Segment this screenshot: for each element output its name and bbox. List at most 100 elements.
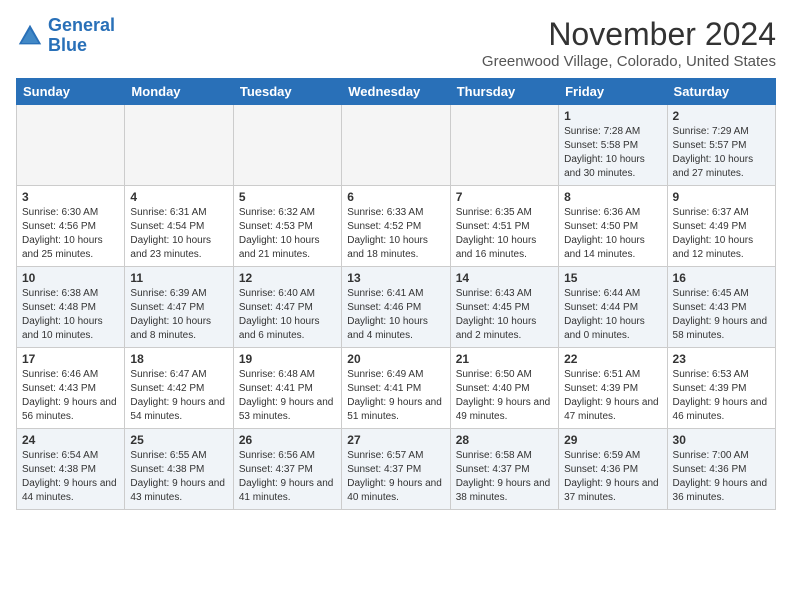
day-info: Sunrise: 6:39 AMSunset: 4:47 PMDaylight:… [130, 287, 227, 343]
weekday-header-row: SundayMondayTuesdayWednesdayThursdayFrid… [17, 79, 776, 105]
day-info: Sunrise: 6:36 AMSunset: 4:50 PMDaylight:… [564, 206, 661, 262]
calendar-cell: 11 Sunrise: 6:39 AMSunset: 4:47 PMDayligh… [125, 267, 233, 348]
calendar-cell: 12 Sunrise: 6:40 AMSunset: 4:47 PMDayligh… [233, 267, 341, 348]
day-number: 19 [239, 352, 336, 366]
day-info: Sunrise: 6:33 AMSunset: 4:52 PMDaylight:… [347, 206, 444, 262]
day-info: Sunrise: 6:56 AMSunset: 4:37 PMDaylight:… [239, 449, 336, 505]
day-number: 18 [130, 352, 227, 366]
calendar-cell: 21 Sunrise: 6:50 AMSunset: 4:40 PMDayligh… [450, 348, 558, 429]
calendar-cell: 23 Sunrise: 6:53 AMSunset: 4:39 PMDayligh… [667, 348, 775, 429]
calendar-cell: 10 Sunrise: 6:38 AMSunset: 4:48 PMDayligh… [17, 267, 125, 348]
week-row-4: 24 Sunrise: 6:54 AMSunset: 4:38 PMDayligh… [17, 429, 776, 510]
day-info: Sunrise: 6:54 AMSunset: 4:38 PMDaylight:… [22, 449, 119, 505]
calendar-cell [125, 105, 233, 186]
calendar-cell [233, 105, 341, 186]
day-info: Sunrise: 6:31 AMSunset: 4:54 PMDaylight:… [130, 206, 227, 262]
calendar-cell [17, 105, 125, 186]
calendar-cell: 28 Sunrise: 6:58 AMSunset: 4:37 PMDayligh… [450, 429, 558, 510]
location-title: Greenwood Village, Colorado, United Stat… [482, 53, 776, 70]
week-row-1: 3 Sunrise: 6:30 AMSunset: 4:56 PMDaylight… [17, 186, 776, 267]
day-number: 20 [347, 352, 444, 366]
week-row-2: 10 Sunrise: 6:38 AMSunset: 4:48 PMDayligh… [17, 267, 776, 348]
day-info: Sunrise: 6:47 AMSunset: 4:42 PMDaylight:… [130, 368, 227, 424]
calendar-cell: 19 Sunrise: 6:48 AMSunset: 4:41 PMDayligh… [233, 348, 341, 429]
logo-text: General Blue [48, 16, 115, 56]
day-number: 8 [564, 190, 661, 204]
weekday-header-friday: Friday [559, 79, 667, 105]
day-info: Sunrise: 6:51 AMSunset: 4:39 PMDaylight:… [564, 368, 661, 424]
calendar-cell: 27 Sunrise: 6:57 AMSunset: 4:37 PMDayligh… [342, 429, 450, 510]
calendar-cell: 14Sunrise: 6:43 AMSunset: 4:45 PMDayligh… [450, 267, 558, 348]
day-info: Sunrise: 6:30 AMSunset: 4:56 PMDaylight:… [22, 206, 119, 262]
day-info: Sunrise: 6:57 AMSunset: 4:37 PMDaylight:… [347, 449, 444, 505]
calendar-cell: 1 Sunrise: 7:28 AMSunset: 5:58 PMDaylight… [559, 105, 667, 186]
day-info: Sunrise: 6:35 AMSunset: 4:51 PMDaylight:… [456, 206, 553, 262]
day-info: Sunrise: 6:55 AMSunset: 4:38 PMDaylight:… [130, 449, 227, 505]
day-number: 24 [22, 433, 119, 447]
month-title: November 2024 [482, 16, 776, 53]
day-number: 12 [239, 271, 336, 285]
day-info: Sunrise: 6:45 AMSunset: 4:43 PMDaylight:… [673, 287, 770, 343]
calendar-cell: 2 Sunrise: 7:29 AMSunset: 5:57 PMDaylight… [667, 105, 775, 186]
day-number: 27 [347, 433, 444, 447]
day-number: 9 [673, 190, 770, 204]
week-row-0: 1 Sunrise: 7:28 AMSunset: 5:58 PMDaylight… [17, 105, 776, 186]
calendar-cell: 13Sunrise: 6:41 AMSunset: 4:46 PMDayligh… [342, 267, 450, 348]
day-number: 17 [22, 352, 119, 366]
day-info: Sunrise: 6:41 AMSunset: 4:46 PMDaylight:… [347, 287, 444, 343]
day-number: 25 [130, 433, 227, 447]
day-number: 11 [130, 271, 227, 285]
calendar-cell: 25 Sunrise: 6:55 AMSunset: 4:38 PMDayligh… [125, 429, 233, 510]
day-number: 6 [347, 190, 444, 204]
calendar-cell [450, 105, 558, 186]
logo-line1: General [48, 15, 115, 35]
calendar-cell: 24 Sunrise: 6:54 AMSunset: 4:38 PMDayligh… [17, 429, 125, 510]
day-number: 29 [564, 433, 661, 447]
calendar-cell: 22 Sunrise: 6:51 AMSunset: 4:39 PMDayligh… [559, 348, 667, 429]
day-info: Sunrise: 6:38 AMSunset: 4:48 PMDaylight:… [22, 287, 119, 343]
day-number: 23 [673, 352, 770, 366]
day-info: Sunrise: 6:44 AMSunset: 4:44 PMDaylight:… [564, 287, 661, 343]
calendar-cell: 29Sunrise: 6:59 AMSunset: 4:36 PMDayligh… [559, 429, 667, 510]
calendar-cell: 4Sunrise: 6:31 AMSunset: 4:54 PMDaylight… [125, 186, 233, 267]
day-number: 28 [456, 433, 553, 447]
logo: General Blue [16, 16, 115, 56]
day-number: 26 [239, 433, 336, 447]
calendar-cell: 17 Sunrise: 6:46 AMSunset: 4:43 PMDayligh… [17, 348, 125, 429]
logo-icon [16, 22, 44, 50]
day-info: Sunrise: 6:53 AMSunset: 4:39 PMDaylight:… [673, 368, 770, 424]
day-number: 10 [22, 271, 119, 285]
day-number: 7 [456, 190, 553, 204]
weekday-header-monday: Monday [125, 79, 233, 105]
day-info: Sunrise: 6:48 AMSunset: 4:41 PMDaylight:… [239, 368, 336, 424]
calendar-cell: 7 Sunrise: 6:35 AMSunset: 4:51 PMDaylight… [450, 186, 558, 267]
day-info: Sunrise: 6:50 AMSunset: 4:40 PMDaylight:… [456, 368, 553, 424]
calendar-table: SundayMondayTuesdayWednesdayThursdayFrid… [16, 78, 776, 510]
weekday-header-thursday: Thursday [450, 79, 558, 105]
calendar-cell: 5Sunrise: 6:32 AMSunset: 4:53 PMDaylight… [233, 186, 341, 267]
day-number: 1 [564, 109, 661, 123]
calendar-cell: 20 Sunrise: 6:49 AMSunset: 4:41 PMDayligh… [342, 348, 450, 429]
calendar-cell: 8 Sunrise: 6:36 AMSunset: 4:50 PMDaylight… [559, 186, 667, 267]
day-number: 21 [456, 352, 553, 366]
day-number: 3 [22, 190, 119, 204]
day-number: 15 [564, 271, 661, 285]
day-info: Sunrise: 7:28 AMSunset: 5:58 PMDaylight:… [564, 125, 661, 181]
weekday-header-sunday: Sunday [17, 79, 125, 105]
calendar-cell: 16 Sunrise: 6:45 AMSunset: 4:43 PMDayligh… [667, 267, 775, 348]
day-number: 16 [673, 271, 770, 285]
day-info: Sunrise: 7:29 AMSunset: 5:57 PMDaylight:… [673, 125, 770, 181]
day-number: 5 [239, 190, 336, 204]
calendar-cell: 30Sunrise: 7:00 AMSunset: 4:36 PMDayligh… [667, 429, 775, 510]
title-area: November 2024 Greenwood Village, Colorad… [482, 16, 776, 70]
day-number: 2 [673, 109, 770, 123]
calendar-cell: 6 Sunrise: 6:33 AMSunset: 4:52 PMDaylight… [342, 186, 450, 267]
day-info: Sunrise: 6:58 AMSunset: 4:37 PMDaylight:… [456, 449, 553, 505]
day-number: 22 [564, 352, 661, 366]
calendar-cell: 18 Sunrise: 6:47 AMSunset: 4:42 PMDayligh… [125, 348, 233, 429]
day-info: Sunrise: 6:40 AMSunset: 4:47 PMDaylight:… [239, 287, 336, 343]
day-info: Sunrise: 6:46 AMSunset: 4:43 PMDaylight:… [22, 368, 119, 424]
weekday-header-tuesday: Tuesday [233, 79, 341, 105]
day-info: Sunrise: 6:49 AMSunset: 4:41 PMDaylight:… [347, 368, 444, 424]
calendar-cell [342, 105, 450, 186]
